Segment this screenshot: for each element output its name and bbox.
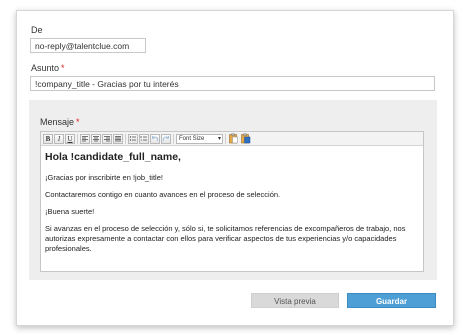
paste-icon[interactable]	[228, 133, 239, 144]
align-right-icon[interactable]	[102, 133, 112, 144]
paste-word-icon[interactable]	[240, 133, 251, 144]
subject-label-text: Asunto	[31, 63, 60, 73]
align-center-icon[interactable]	[91, 133, 101, 144]
message-paragraph: ¡Buena suerte!	[45, 207, 95, 216]
font-size-select[interactable]: Font Size ▾	[176, 133, 223, 144]
editor-toolbar: B I U Font Size ▾	[41, 132, 423, 146]
from-field[interactable]: no-reply@talentclue.com	[30, 38, 146, 53]
message-heading: Hola !candidate_full_name,	[45, 151, 181, 163]
font-size-value: Font Size	[179, 135, 205, 142]
chevron-down-icon: ▾	[217, 135, 221, 142]
message-label-text: Mensaje	[40, 117, 75, 127]
required-marker: *	[61, 63, 65, 73]
subject-label: Asunto *	[31, 63, 65, 73]
align-left-icon[interactable]	[80, 133, 90, 144]
toolbar-divider	[225, 133, 226, 144]
italic-icon[interactable]: I	[54, 133, 64, 144]
numbered-list-icon[interactable]	[139, 133, 149, 144]
subject-field[interactable]: !company_title - Gracias por tu interés	[30, 76, 435, 91]
toolbar-divider	[125, 133, 126, 144]
underline-icon[interactable]: U	[65, 133, 75, 144]
bullet-list-icon[interactable]	[128, 133, 138, 144]
from-label: De	[31, 25, 43, 35]
message-paragraph: Contactaremos contigo en cuanto avances …	[45, 190, 281, 199]
message-paragraph: Si avanzas en el proceso de selección y,…	[45, 224, 406, 253]
align-justify-icon[interactable]	[113, 133, 123, 144]
required-marker: *	[76, 117, 80, 127]
rich-text-editor[interactable]: B I U Font Size ▾ Hola !candidate_full_n…	[40, 131, 424, 272]
toolbar-divider	[77, 133, 78, 144]
editor-content[interactable]: Hola !candidate_full_name, ¡Gracias por …	[45, 152, 421, 261]
undo-icon[interactable]	[150, 133, 160, 144]
message-paragraph: ¡Gracias por inscribirte en !job_title!	[45, 173, 163, 182]
redo-icon[interactable]	[161, 133, 171, 144]
bold-icon[interactable]: B	[43, 133, 53, 144]
save-button[interactable]: Guardar	[347, 293, 436, 308]
preview-button[interactable]: Vista previa	[251, 293, 339, 308]
toolbar-divider	[173, 133, 174, 144]
message-label: Mensaje *	[40, 117, 80, 127]
